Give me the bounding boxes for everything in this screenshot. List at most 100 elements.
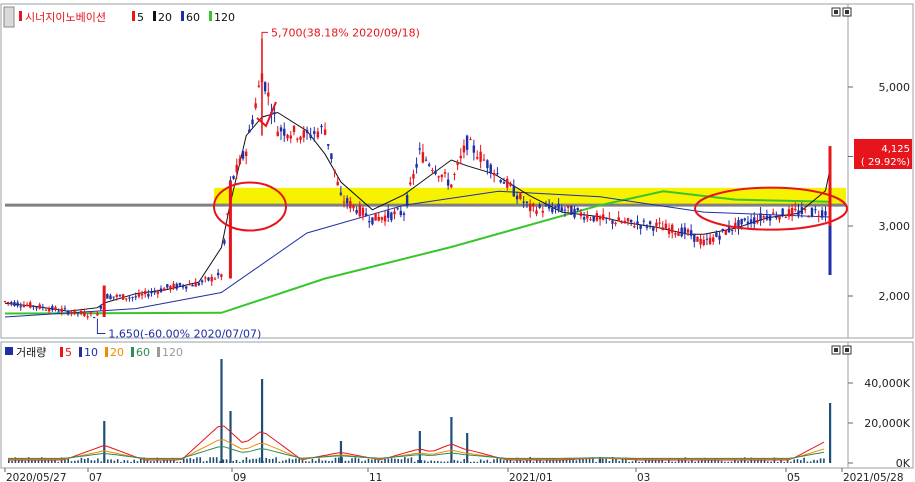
candle-body bbox=[762, 216, 765, 218]
candle-body bbox=[614, 222, 617, 225]
candle-body bbox=[16, 302, 19, 306]
candle-body bbox=[680, 227, 683, 237]
volume-bar bbox=[202, 461, 205, 463]
candle-body bbox=[756, 219, 759, 223]
volume-bar bbox=[470, 461, 472, 463]
volume-bar bbox=[790, 461, 792, 463]
volume-bar bbox=[809, 461, 812, 463]
volume-bar bbox=[522, 461, 525, 463]
volume-bar bbox=[724, 461, 726, 463]
volume-bar bbox=[324, 460, 327, 463]
candle-body bbox=[194, 282, 197, 287]
volume-bar bbox=[400, 459, 403, 463]
candle-body bbox=[140, 294, 144, 296]
volume-ma-label: 10 bbox=[84, 346, 98, 359]
candle-body bbox=[166, 284, 169, 288]
volume-ma-label: 60 bbox=[136, 346, 150, 359]
volume-bar bbox=[334, 457, 337, 463]
candle-body bbox=[509, 183, 512, 186]
candle-spike bbox=[228, 180, 232, 279]
candle-body bbox=[645, 225, 649, 228]
candle-body bbox=[522, 201, 525, 203]
candle-body bbox=[595, 213, 599, 221]
volume-bar bbox=[453, 459, 456, 463]
volume-bar bbox=[331, 460, 333, 463]
candle-body bbox=[63, 308, 67, 310]
volume-bar bbox=[806, 461, 809, 463]
volume-spike bbox=[103, 421, 106, 463]
volume-bar bbox=[767, 461, 769, 463]
candle-body bbox=[570, 205, 573, 215]
panel-toggle-icon[interactable] bbox=[3, 6, 15, 28]
candle-body bbox=[181, 285, 185, 288]
candle-body bbox=[636, 221, 639, 224]
candle-body bbox=[144, 290, 147, 295]
volume-bar bbox=[628, 461, 630, 463]
volume-bar bbox=[816, 460, 819, 463]
volume-bar bbox=[120, 461, 122, 463]
ma-legend-label: 20 bbox=[158, 11, 172, 24]
close-icon[interactable] bbox=[842, 7, 852, 17]
candle-body bbox=[465, 135, 469, 150]
volume-ma-label: 120 bbox=[162, 346, 183, 359]
candle-body bbox=[768, 215, 772, 221]
candle-body bbox=[44, 309, 48, 311]
candle-body bbox=[83, 311, 86, 317]
candle-body bbox=[66, 311, 70, 315]
volume-bar bbox=[252, 458, 254, 463]
volume-bar bbox=[720, 460, 723, 463]
candle-body bbox=[479, 151, 482, 162]
volume-bar bbox=[285, 459, 287, 463]
candle-body bbox=[459, 155, 462, 159]
volume-bar bbox=[796, 459, 799, 463]
candle-body bbox=[605, 217, 608, 219]
volume-maximize-icon[interactable] bbox=[831, 345, 841, 355]
volume-bar bbox=[476, 461, 479, 463]
volume-bar bbox=[397, 458, 399, 463]
volume-bar bbox=[585, 458, 588, 463]
candle-body bbox=[576, 207, 579, 211]
candle-body bbox=[35, 307, 38, 309]
candle-body bbox=[292, 125, 296, 133]
candle-body bbox=[418, 148, 421, 150]
volume-bar bbox=[159, 461, 162, 463]
volume-bar bbox=[757, 460, 759, 463]
candle-body bbox=[267, 92, 270, 97]
candle-body bbox=[153, 291, 156, 293]
candle-body bbox=[386, 210, 390, 218]
candle-body bbox=[175, 283, 178, 289]
ma-legend-swatch bbox=[153, 11, 156, 21]
candle-body bbox=[147, 293, 150, 297]
volume-bar bbox=[410, 457, 413, 463]
volume-bar bbox=[770, 461, 772, 463]
volume-bar bbox=[371, 459, 373, 463]
volume-spike bbox=[829, 403, 832, 463]
volume-spike bbox=[260, 379, 264, 463]
stock-chart[interactable]: 시너지이노베이션52060120 5,0004,0003,0002,000 40… bbox=[0, 0, 915, 482]
candle-body bbox=[664, 223, 668, 229]
volume-tick-label: 0K bbox=[896, 457, 911, 470]
candle-body bbox=[749, 219, 753, 224]
volume-bar bbox=[776, 461, 779, 463]
volume-legend-icon bbox=[5, 347, 13, 355]
volume-bar bbox=[608, 461, 611, 463]
candle-body bbox=[169, 286, 172, 290]
volume-close-icon[interactable] bbox=[842, 345, 852, 355]
volume-bar bbox=[90, 460, 93, 463]
candle-body bbox=[434, 170, 437, 174]
x-tick-label: 03 bbox=[637, 472, 650, 482]
candle-body bbox=[380, 217, 384, 220]
candle-body bbox=[582, 217, 586, 220]
volume-ma-swatch bbox=[131, 347, 134, 357]
candle-body bbox=[339, 192, 343, 195]
candle-body bbox=[92, 317, 96, 319]
candle-body bbox=[784, 216, 788, 218]
candle-body bbox=[70, 312, 73, 314]
volume-bar bbox=[116, 459, 119, 463]
maximize-icon[interactable] bbox=[831, 7, 841, 17]
volume-bar bbox=[390, 458, 393, 463]
volume-bar bbox=[242, 459, 244, 463]
candle-body bbox=[671, 224, 674, 233]
candle-body bbox=[131, 297, 134, 299]
volume-bar bbox=[361, 461, 363, 463]
